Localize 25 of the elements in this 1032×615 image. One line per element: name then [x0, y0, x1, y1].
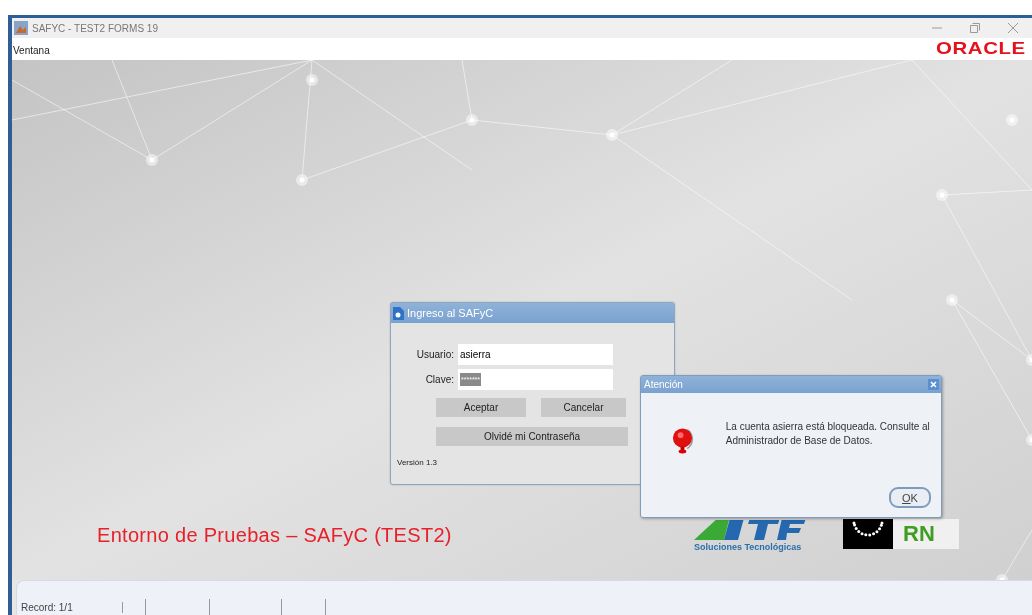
dialog-title: Ingreso al SAFyC — [407, 307, 494, 319]
province-initials: RN — [903, 521, 935, 547]
close-icon[interactable] — [1008, 23, 1018, 33]
accept-button[interactable]: Aceptar — [436, 398, 526, 417]
cancel-button[interactable]: Cancelar — [541, 398, 626, 417]
alert-message: La cuenta asierra está bloqueada. Consulte al Administrador de Base de Datos. — [725, 420, 931, 448]
field-label: Clave: — [424, 374, 455, 385]
version-label: Versión 1.3 — [397, 458, 438, 467]
brand-logo: ORACLE — [936, 39, 1026, 59]
dialog-title: Atención — [644, 379, 683, 390]
app-icon — [14, 21, 28, 35]
form-icon — [393, 306, 404, 320]
menu-item[interactable]: Ventana — [12, 45, 50, 56]
window-title: SAFYC - TEST2 FORMS 19 — [32, 22, 158, 34]
company-logo-icon — [694, 520, 806, 540]
restore-icon[interactable] — [970, 23, 980, 33]
username-field[interactable]: asierra — [458, 344, 613, 365]
logo-caption: Soluciones Tecnológicas — [694, 542, 802, 552]
star-ring-icon — [843, 519, 893, 549]
forgot-password-button[interactable]: Olvidé mi Contraseña — [436, 427, 628, 446]
field-label: Usuario: — [415, 349, 455, 360]
record-counter: Record: 1/1 — [17, 601, 123, 613]
close-button[interactable] — [928, 379, 939, 390]
ok-button[interactable]: OK — [889, 487, 931, 508]
environment-title: Entorno de Pruebas – SAFyC (TEST2) — [97, 524, 452, 547]
